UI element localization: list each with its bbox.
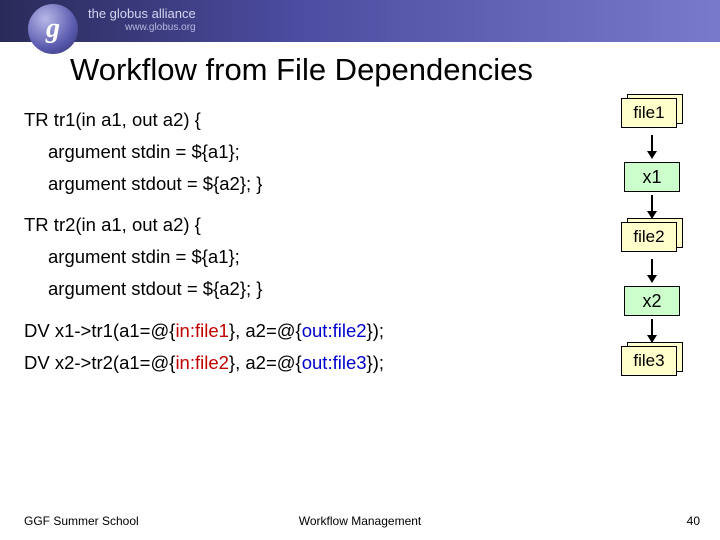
task-node: x2 [624,286,680,316]
footer-center: Workflow Management [299,514,422,528]
page-number: 40 [687,514,700,528]
file-node: file1 [621,98,683,132]
globus-logo: g [28,4,78,54]
slide-title: Workflow from File Dependencies [70,52,533,88]
code-line: argument stdout = ${a2}; } [24,273,384,305]
arrow-down-icon [651,195,653,217]
arrow-down-icon [651,319,653,341]
code-line: TR tr2(in a1, out a2) { [24,209,384,241]
task-node: x1 [624,162,680,192]
workflow-diagram: file1 x1 file2 x2 file3 [612,98,692,380]
file3-box: file3 [621,346,677,376]
code-line: DV x1->tr1(a1=@{in:file1}, a2=@{out:file… [24,315,384,347]
logo-letter: g [46,13,60,45]
code-block: TR tr1(in a1, out a2) { argument stdin =… [24,104,384,379]
code-line: argument stdin = ${a1}; [24,136,384,168]
file2-box: file2 [621,222,677,252]
code-line: argument stdin = ${a1}; [24,241,384,273]
arrow-down-icon [651,259,653,281]
file1-box: file1 [621,98,677,128]
code-line: TR tr1(in a1, out a2) { [24,104,384,136]
header-bar: g the globus alliance www.globus.org [0,0,720,42]
code-line: argument stdout = ${a2}; } [24,168,384,200]
code-line: DV x2->tr2(a1=@{in:file2}, a2=@{out:file… [24,347,384,379]
file-node: file3 [621,346,683,380]
header-url: www.globus.org [125,22,196,33]
file-node: file2 [621,222,683,256]
header-tagline: the globus alliance [88,6,196,21]
footer-left: GGF Summer School [24,514,139,528]
arrow-down-icon [651,135,653,157]
